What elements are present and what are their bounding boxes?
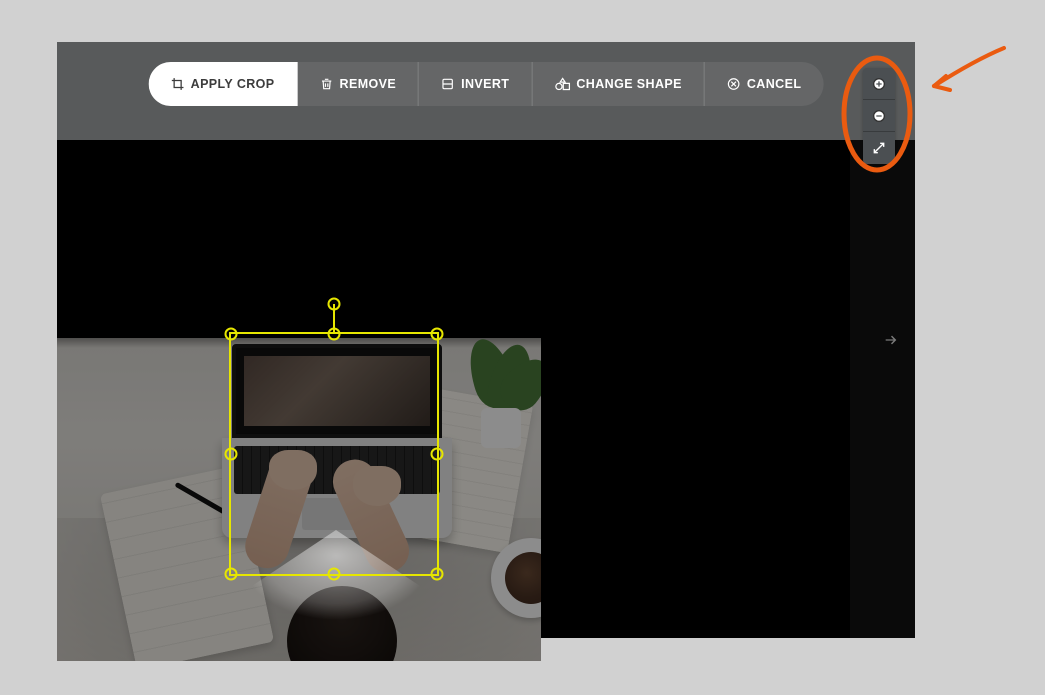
invert-label: INVERT <box>461 77 509 91</box>
annotation-arrow <box>920 42 1010 112</box>
resize-handle-bottom-right[interactable] <box>431 568 444 581</box>
crop-toolbar: APPLY CROP REMOVE INVERT CHANGE SHAPE CA… <box>149 62 824 106</box>
hand-prop <box>353 466 401 506</box>
cancel-button[interactable]: CANCEL <box>705 62 823 106</box>
hand-prop <box>269 450 317 490</box>
invert-button[interactable]: INVERT <box>419 62 532 106</box>
resize-handle-top-right[interactable] <box>431 328 444 341</box>
toolbar-band: APPLY CROP REMOVE INVERT CHANGE SHAPE CA… <box>57 42 915 140</box>
change-shape-label: CHANGE SHAPE <box>576 77 682 91</box>
arrow-right-icon <box>883 332 899 348</box>
resize-handle-middle-left[interactable] <box>225 448 238 461</box>
apply-crop-label: APPLY CROP <box>191 77 275 91</box>
plant-prop <box>451 338 541 458</box>
resize-handle-middle-right[interactable] <box>431 448 444 461</box>
fullscreen-button[interactable] <box>863 132 895 164</box>
crop-icon <box>171 77 185 91</box>
invert-icon <box>441 77 455 91</box>
remove-label: REMOVE <box>340 77 397 91</box>
canvas-area[interactable] <box>57 140 850 638</box>
zoom-out-button[interactable] <box>863 100 895 132</box>
remove-button[interactable]: REMOVE <box>298 62 420 106</box>
apply-crop-button[interactable]: APPLY CROP <box>149 62 298 106</box>
cancel-label: CANCEL <box>747 77 801 91</box>
trash-icon <box>320 77 334 91</box>
rotate-handle[interactable] <box>328 298 341 311</box>
zoom-in-button[interactable] <box>863 68 895 100</box>
resize-handle-bottom-left[interactable] <box>225 568 238 581</box>
editor-window: APPLY CROP REMOVE INVERT CHANGE SHAPE CA… <box>57 42 915 638</box>
cancel-icon <box>727 77 741 91</box>
fullscreen-icon <box>872 141 886 155</box>
resize-handle-top-left[interactable] <box>225 328 238 341</box>
resize-handle-top-center[interactable] <box>328 328 341 341</box>
shapes-icon <box>554 77 570 91</box>
change-shape-button[interactable]: CHANGE SHAPE <box>532 62 705 106</box>
zoom-in-icon <box>871 76 887 92</box>
resize-handle-bottom-center[interactable] <box>328 568 341 581</box>
next-slide-button[interactable] <box>879 328 903 352</box>
zoom-panel <box>863 68 895 164</box>
image-preview[interactable] <box>57 338 541 661</box>
zoom-out-icon <box>871 108 887 124</box>
